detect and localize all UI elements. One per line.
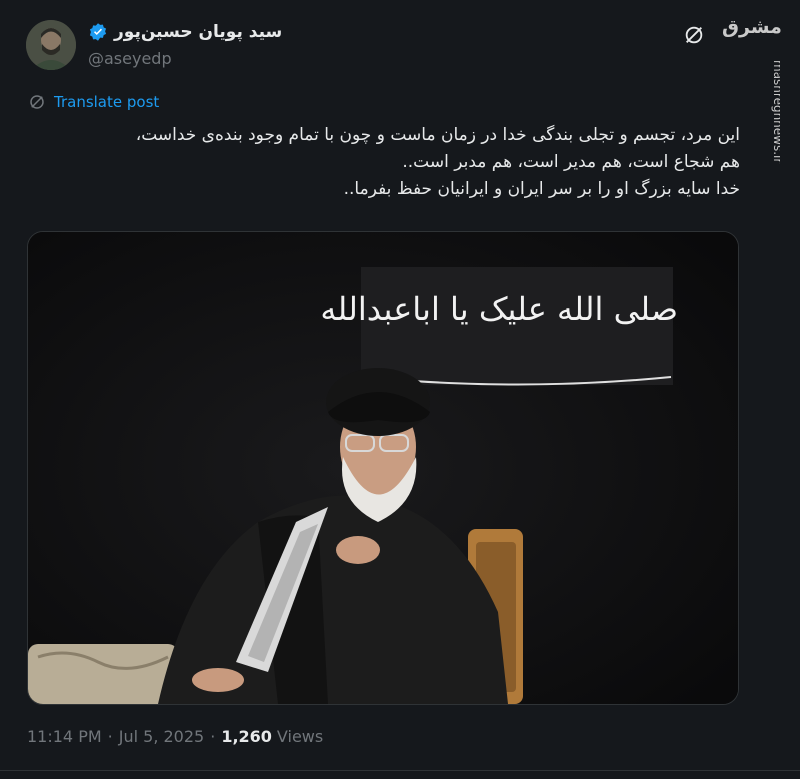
- translate-label[interactable]: Translate post: [54, 93, 159, 111]
- tweet-text: این مرد، تجسم و تجلی بندگی خدا در زمان م…: [20, 122, 740, 203]
- author-name-text[interactable]: سید پویان حسین‌پور: [114, 22, 282, 42]
- author-handle[interactable]: @aseyedp: [88, 49, 172, 68]
- author-name[interactable]: سید پویان حسین‌پور: [88, 22, 282, 42]
- translate-icon: [30, 95, 44, 109]
- views-count: 1,260: [221, 727, 272, 746]
- meta-separator: ·: [210, 727, 216, 746]
- tweet-line: هم شجاع است، هم مدیر است، هم مدبر است..: [402, 152, 740, 172]
- views-label: Views: [276, 727, 324, 746]
- avatar[interactable]: [26, 20, 76, 70]
- verified-badge-icon: [89, 23, 107, 41]
- meta-separator: ·: [107, 727, 113, 746]
- tweet-date[interactable]: Jul 5, 2025: [119, 727, 204, 746]
- tweet-line: این مرد، تجسم و تجلی بندگی خدا در زمان م…: [135, 125, 740, 145]
- divider: [0, 770, 800, 771]
- banner-calligraphy: صلی الله علیک یا اباعبدالله: [320, 290, 678, 328]
- watermark-url: mashreghnews.ir: [771, 60, 780, 163]
- watermark-logo: مشرق: [722, 16, 782, 38]
- tweet-meta: 11:14 PM · Jul 5, 2025 · 1,260 Views: [27, 727, 323, 746]
- slashed-circle-icon[interactable]: [683, 24, 705, 46]
- svg-text:mashreghnews.ir: mashreghnews.ir: [771, 60, 780, 163]
- tweet-line: خدا سایه بزرگ او را بر سر ایران و ایرانی…: [343, 179, 740, 199]
- translate-post-link[interactable]: Translate post: [28, 93, 159, 111]
- tweet-photo[interactable]: صلی الله علیک یا اباعبدالله: [27, 231, 739, 705]
- tweet-time[interactable]: 11:14 PM: [27, 727, 102, 746]
- tweet: سید پویان حسین‌پور @aseyedp مشرق mashreg…: [0, 0, 800, 779]
